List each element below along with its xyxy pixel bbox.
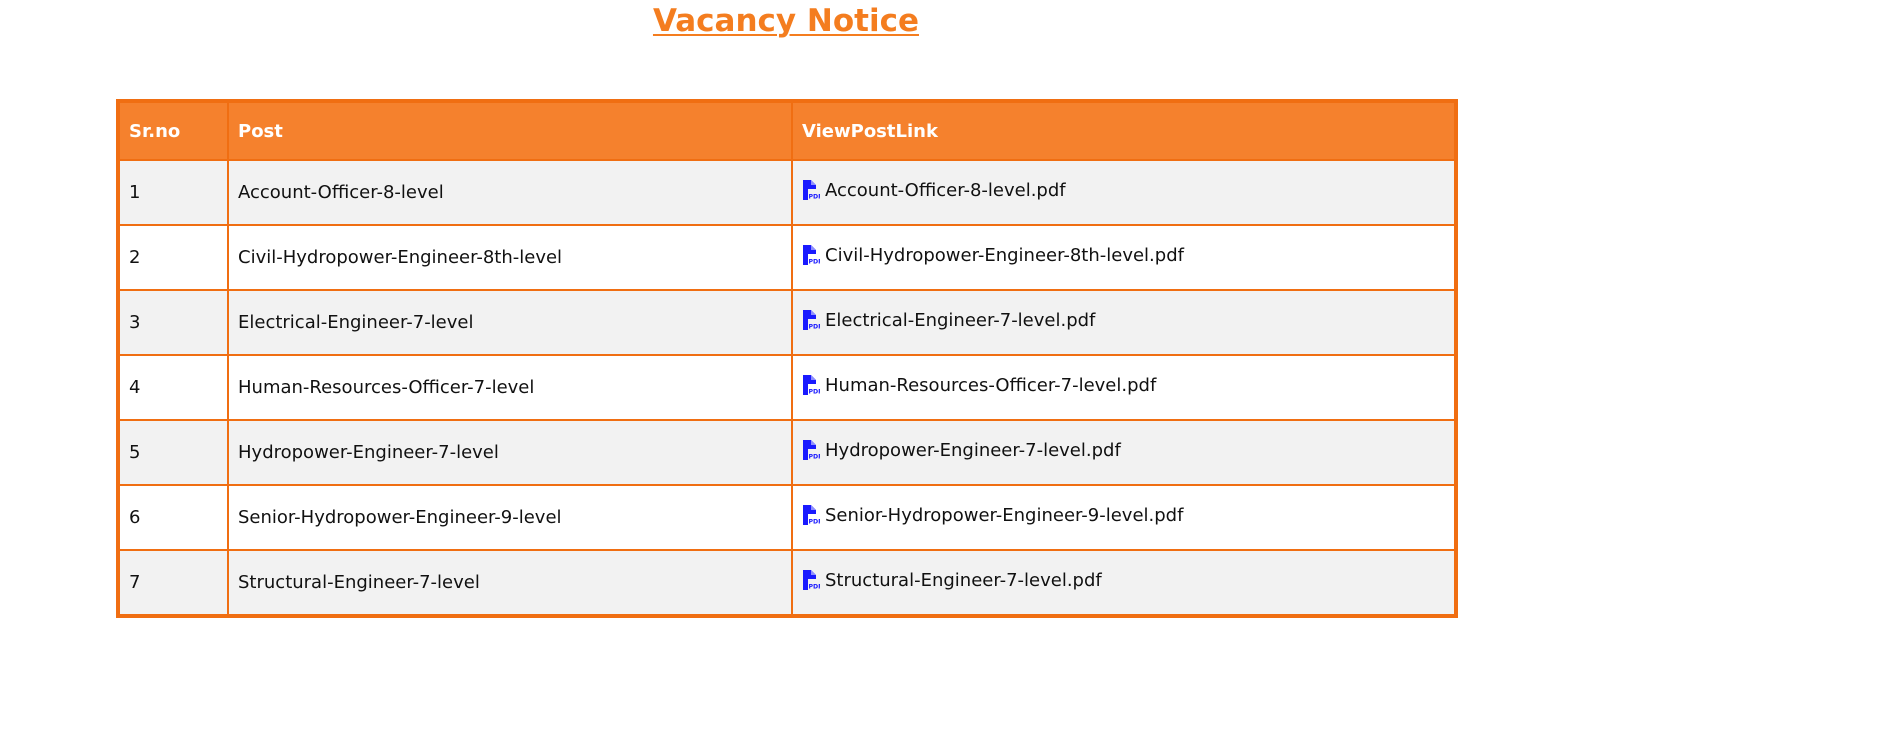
post-cell: Hydropower-Engineer-7-level: [227, 419, 793, 486]
pdf-link[interactable]: PDF Structural-Engineer-7-level.pdf: [802, 570, 1102, 591]
pdf-link-label: Hydropower-Engineer-7-level.pdf: [825, 439, 1121, 461]
table-row: 5 Hydropower-Engineer-7-level PDF Hydrop…: [120, 419, 1454, 486]
pdf-link-label: Structural-Engineer-7-level.pdf: [825, 569, 1102, 591]
sr-no-cell: 4: [120, 354, 229, 421]
post-cell: Electrical-Engineer-7-level: [227, 289, 793, 356]
column-header-sr-no: Sr.no: [120, 103, 229, 161]
sr-no: 6: [129, 507, 141, 528]
pdf-file-icon: PDF: [803, 440, 821, 461]
pdf-link-label: Civil-Hydropower-Engineer-8th-level.pdf: [825, 244, 1184, 266]
pdf-link[interactable]: PDF Senior-Hydropower-Engineer-9-level.p…: [802, 505, 1183, 526]
link-cell: PDF Hydropower-Engineer-7-level.pdf: [791, 419, 1454, 486]
post-cell: Senior-Hydropower-Engineer-9-level: [227, 484, 793, 551]
link-cell: PDF Human-Resources-Officer-7-level.pdf: [791, 354, 1454, 421]
table-row: 4 Human-Resources-Officer-7-level PDF Hu…: [120, 354, 1454, 421]
post-name: Human-Resources-Officer-7-level: [238, 377, 535, 398]
pdf-link-label: Senior-Hydropower-Engineer-9-level.pdf: [825, 504, 1184, 526]
post-name: Senior-Hydropower-Engineer-9-level: [238, 507, 562, 528]
pdf-file-icon: PDF: [803, 570, 821, 591]
post-name: Hydropower-Engineer-7-level: [238, 442, 499, 463]
svg-text:PDF: PDF: [809, 519, 821, 526]
table-header-row: Sr.no Post ViewPostLink: [120, 103, 1454, 161]
pdf-link[interactable]: PDF Account-Officer-8-level.pdf: [802, 180, 1066, 201]
pdf-link-label: Account-Officer-8-level.pdf: [825, 179, 1066, 201]
column-header-view-post-link: ViewPostLink: [791, 103, 1454, 161]
pdf-link[interactable]: PDF Civil-Hydropower-Engineer-8th-level.…: [802, 245, 1184, 266]
table-row: 1 Account-Officer-8-level PDF Account-Of…: [120, 159, 1454, 226]
table-body: 1 Account-Officer-8-level PDF Account-Of…: [120, 159, 1454, 614]
link-cell: PDF Senior-Hydropower-Engineer-9-level.p…: [791, 484, 1454, 551]
pdf-link[interactable]: PDF Human-Resources-Officer-7-level.pdf: [802, 375, 1156, 396]
post-cell: Structural-Engineer-7-level: [227, 549, 793, 614]
pdf-file-icon: PDF: [803, 180, 821, 201]
table-row: 2 Civil-Hydropower-Engineer-8th-level PD…: [120, 224, 1454, 291]
vacancy-table-container: Sr.no Post ViewPostLink 1 Account-Office…: [116, 99, 1458, 618]
post-cell: Civil-Hydropower-Engineer-8th-level: [227, 224, 793, 291]
sr-no-cell: 3: [120, 289, 229, 356]
sr-no-cell: 6: [120, 484, 229, 551]
sr-no-cell: 5: [120, 419, 229, 486]
svg-text:PDF: PDF: [809, 454, 821, 461]
sr-no: 7: [129, 572, 141, 593]
pdf-file-icon: PDF: [803, 310, 821, 331]
sr-no-cell: 2: [120, 224, 229, 291]
post-name: Electrical-Engineer-7-level: [238, 312, 474, 333]
svg-text:PDF: PDF: [809, 389, 821, 396]
link-cell: PDF Electrical-Engineer-7-level.pdf: [791, 289, 1454, 356]
sr-no: 2: [129, 247, 141, 268]
svg-text:PDF: PDF: [809, 194, 821, 201]
link-cell: PDF Civil-Hydropower-Engineer-8th-level.…: [791, 224, 1454, 291]
link-cell: PDF Structural-Engineer-7-level.pdf: [791, 549, 1454, 614]
svg-text:PDF: PDF: [809, 259, 821, 266]
post-name: Account-Officer-8-level: [238, 182, 444, 203]
pdf-link[interactable]: PDF Electrical-Engineer-7-level.pdf: [802, 310, 1095, 331]
pdf-file-icon: PDF: [803, 245, 821, 266]
svg-text:PDF: PDF: [809, 584, 821, 591]
vacancy-table: Sr.no Post ViewPostLink 1 Account-Office…: [120, 103, 1454, 614]
table-row: 6 Senior-Hydropower-Engineer-9-level PDF…: [120, 484, 1454, 551]
sr-no: 5: [129, 442, 141, 463]
link-cell: PDF Account-Officer-8-level.pdf: [791, 159, 1454, 226]
column-header-post: Post: [227, 103, 793, 161]
post-cell: Human-Resources-Officer-7-level: [227, 354, 793, 421]
sr-no: 3: [129, 312, 141, 333]
pdf-file-icon: PDF: [803, 505, 821, 526]
post-name: Civil-Hydropower-Engineer-8th-level: [238, 247, 563, 268]
svg-text:PDF: PDF: [809, 324, 821, 331]
sr-no: 1: [129, 182, 141, 203]
table-header: Sr.no Post ViewPostLink: [120, 103, 1454, 161]
sr-no-cell: 1: [120, 159, 229, 226]
pdf-file-icon: PDF: [803, 375, 821, 396]
post-cell: Account-Officer-8-level: [227, 159, 793, 226]
post-name: Structural-Engineer-7-level: [238, 572, 480, 593]
page-title: Vacancy Notice: [652, 3, 920, 39]
pdf-link[interactable]: PDF Hydropower-Engineer-7-level.pdf: [802, 440, 1121, 461]
sr-no-cell: 7: [120, 549, 229, 614]
pdf-link-label: Human-Resources-Officer-7-level.pdf: [825, 374, 1157, 396]
sr-no: 4: [129, 377, 141, 398]
table-row: 7 Structural-Engineer-7-level PDF Struct…: [120, 549, 1454, 614]
pdf-link-label: Electrical-Engineer-7-level.pdf: [825, 309, 1096, 331]
table-row: 3 Electrical-Engineer-7-level PDF Electr…: [120, 289, 1454, 356]
